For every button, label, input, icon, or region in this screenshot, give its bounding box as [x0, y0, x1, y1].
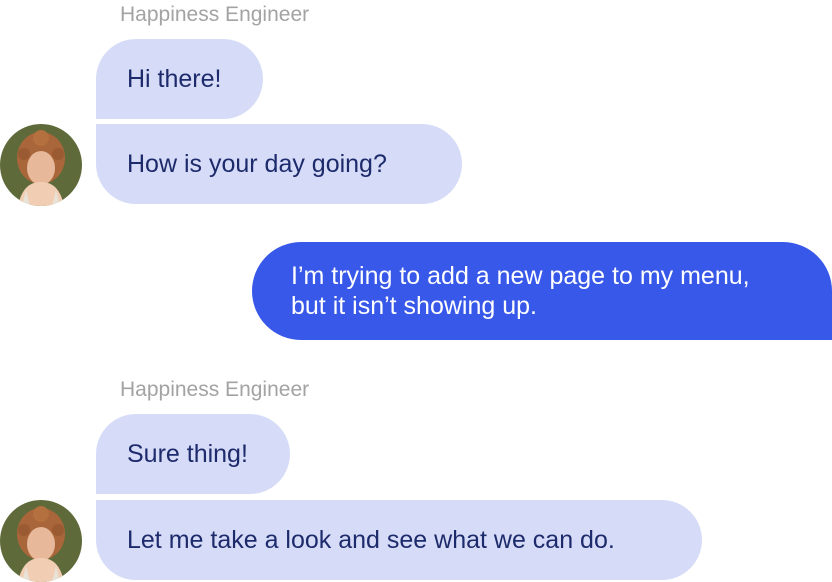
incoming-message: Let me take a look and see what we can d…	[96, 500, 702, 580]
avatar-icon	[0, 124, 82, 206]
incoming-message: Sure thing!	[96, 414, 290, 494]
message-text: Let me take a look and see what we can d…	[127, 526, 615, 554]
sender-name: Happiness Engineer	[120, 378, 310, 401]
message-line: I’m trying to add a new page to my menu,	[291, 262, 750, 290]
agent-avatar	[0, 500, 82, 582]
sender-name: Happiness Engineer	[120, 3, 310, 26]
message-text: How is your day going?	[127, 150, 387, 178]
message-text: Hi there!	[127, 65, 222, 93]
message-text-block: I’m trying to add a new page to my menu,…	[291, 261, 750, 321]
message-line: but it isn’t showing up.	[291, 292, 537, 320]
outgoing-message: I’m trying to add a new page to my menu,…	[252, 242, 832, 340]
avatar-icon	[0, 500, 82, 582]
message-text: Sure thing!	[127, 440, 248, 468]
agent-avatar	[0, 124, 82, 206]
incoming-message: How is your day going?	[96, 124, 462, 204]
incoming-message: Hi there!	[96, 39, 263, 119]
